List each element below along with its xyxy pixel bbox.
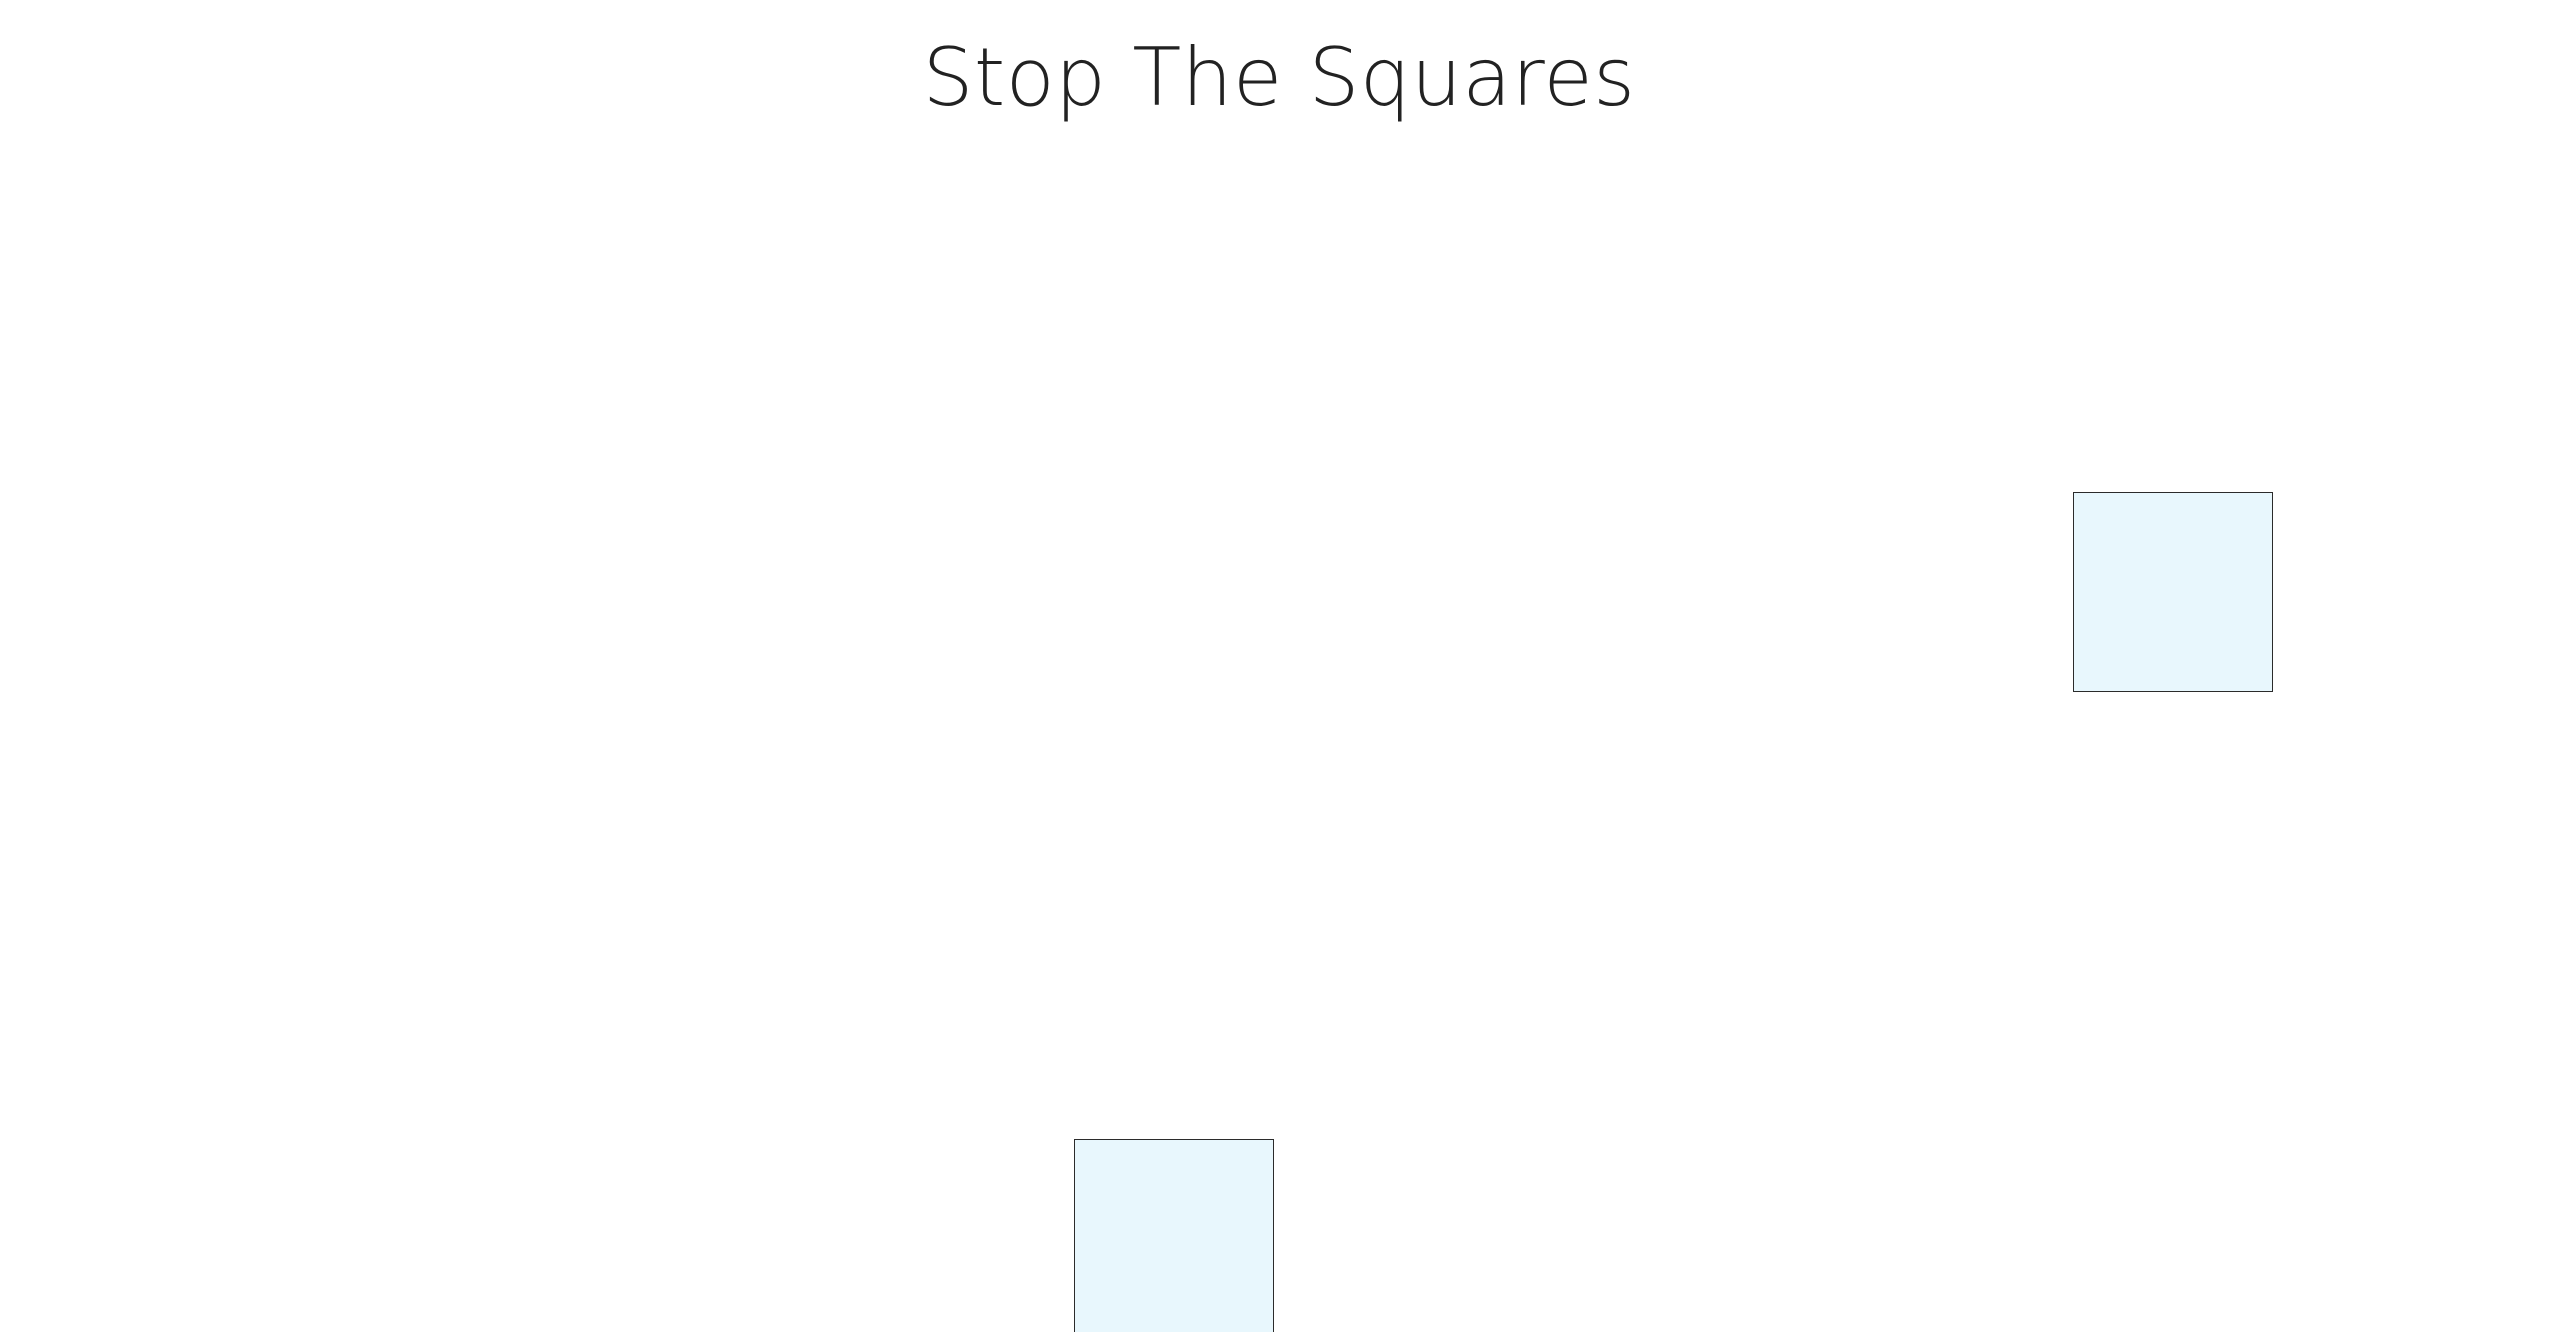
moving-square[interactable] xyxy=(2073,492,2273,692)
playfield xyxy=(0,0,2558,1332)
moving-square[interactable] xyxy=(1074,1139,1274,1332)
